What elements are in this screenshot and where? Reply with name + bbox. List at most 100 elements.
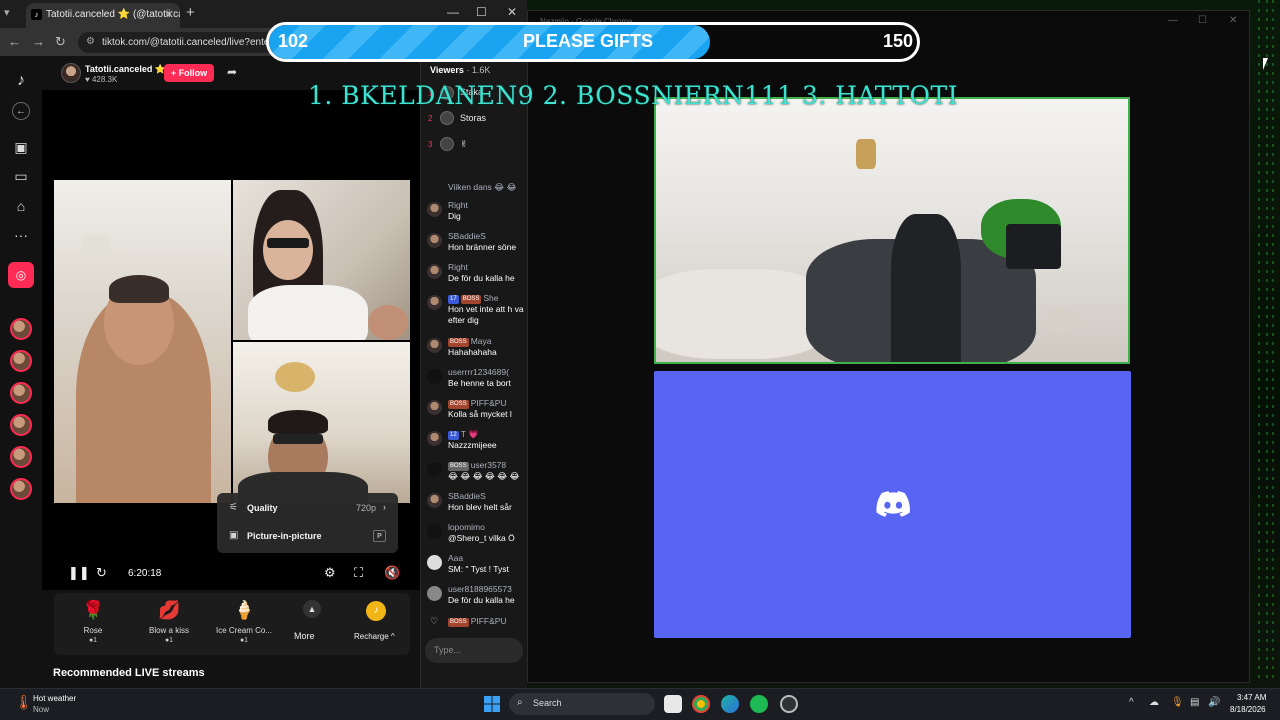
chat-username-row[interactable]: BOSS user3578 — [448, 460, 506, 471]
site-info-icon[interactable]: ⚙ — [86, 36, 95, 47]
tab-close-icon[interactable]: ✕ — [165, 8, 174, 21]
microphone-icon[interactable]: 🎙 — [1171, 697, 1184, 708]
chat-username-row[interactable]: 17 BOSS She — [448, 293, 499, 304]
chat-username[interactable]: SBaddieS — [448, 491, 486, 501]
close-button[interactable]: ✕ — [1229, 15, 1237, 26]
chat-username[interactable]: userrrr1234689( — [448, 367, 509, 377]
weather-title[interactable]: Hot weather — [33, 694, 76, 703]
coin-icon[interactable]: ♪ — [366, 601, 386, 621]
viewers-header[interactable]: Viewers · 1.6K — [430, 65, 490, 75]
tray-chevron-icon[interactable]: ^ — [1129, 697, 1134, 708]
tiktok-coin-icon[interactable]: ◎ — [8, 262, 34, 288]
close-button[interactable]: ✕ — [507, 5, 517, 19]
quality-label: Quality — [247, 503, 278, 513]
chat-avatar[interactable] — [427, 264, 442, 279]
app-icon[interactable] — [780, 695, 798, 713]
top-viewer-name[interactable]: Storas — [460, 113, 486, 123]
chat-username-row[interactable]: BOSS PIFF&PU — [448, 616, 507, 627]
matrix-column — [1258, 0, 1260, 680]
chat-avatar[interactable] — [427, 233, 442, 248]
gift-rose[interactable]: 🌹 Rose ●1 — [63, 593, 123, 655]
chat-avatar[interactable] — [427, 493, 442, 508]
file-explorer-icon[interactable] — [664, 695, 682, 713]
chat-avatar[interactable] — [427, 586, 442, 601]
chat-username-row[interactable]: BOSS Maya — [448, 336, 491, 347]
reload-icon[interactable]: ↻ — [55, 34, 66, 50]
spotify-icon[interactable] — [750, 695, 768, 713]
chat-avatar[interactable] — [427, 400, 442, 415]
weather-icon[interactable]: 🌡 — [15, 694, 33, 711]
follow-button[interactable]: + Follow — [164, 64, 214, 82]
quality-option[interactable]: ⚟ Quality 720p › — [217, 495, 398, 521]
tab-list-icon[interactable]: ▾ — [4, 6, 10, 19]
followed-live-avatar[interactable] — [10, 446, 32, 468]
home-icon[interactable]: ⌂ — [12, 197, 30, 215]
top-viewer-avatar[interactable] — [440, 111, 454, 125]
tab-tiktok-live[interactable]: ♪ Tatotii.canceled ⭐ (@tatotii.ca ✕ — [26, 3, 180, 28]
chat-username[interactable]: Right — [448, 200, 468, 210]
settings-gear-icon[interactable]: ⚙ — [324, 565, 336, 581]
taskbar-search[interactable]: ⌕ Search — [509, 693, 655, 715]
chat-username[interactable]: SBaddieS — [448, 231, 486, 241]
back-circle-icon[interactable]: ← — [12, 102, 30, 120]
url-text: tiktok.com/@tatotii.canceled/live?enter_ — [102, 37, 279, 48]
chat-username[interactable]: Right — [448, 262, 468, 272]
pause-icon[interactable]: ❚❚ — [68, 565, 90, 581]
video-camera-icon[interactable]: ▭ — [12, 167, 30, 185]
host-avatar[interactable] — [61, 63, 81, 83]
live-tv-icon[interactable]: ▣ — [12, 138, 30, 156]
chat-username-row[interactable]: 12 T 💗 — [448, 429, 479, 440]
chat-input[interactable]: Type... — [425, 638, 523, 663]
chat-avatar[interactable] — [427, 338, 442, 353]
chat-username[interactable]: Viiken dans 😂 😂 — [448, 182, 516, 193]
network-icon[interactable]: ▤ — [1190, 697, 1199, 708]
top-viewer-name[interactable]: ✌ — [460, 139, 468, 150]
mute-icon[interactable]: 🔇 — [384, 565, 400, 581]
pip-label: Picture-in-picture — [247, 531, 322, 541]
top-viewer-avatar[interactable] — [440, 137, 454, 151]
chat-username[interactable]: user8188965573 — [448, 584, 512, 594]
more-gifts-button[interactable]: More — [294, 631, 315, 641]
share-icon[interactable]: ➦ — [227, 65, 237, 79]
gift-ice-cream-cone[interactable]: 🍦 Ice Cream Co... ●1 — [214, 593, 274, 655]
fullscreen-icon[interactable]: ⛶ — [354, 565, 363, 581]
followed-live-avatar[interactable] — [10, 350, 32, 372]
recharge-button[interactable]: Recharge ^ — [354, 632, 395, 641]
gift-blow-a-kiss[interactable]: 💋 Blow a kiss ●1 — [139, 593, 199, 655]
chat-avatar[interactable] — [427, 524, 442, 539]
chat-avatar[interactable] — [427, 431, 442, 446]
volume-icon[interactable]: 🔊 — [1208, 697, 1220, 708]
windows-start-icon[interactable] — [484, 696, 500, 712]
followed-live-avatar[interactable] — [10, 318, 32, 340]
chat-avatar[interactable] — [427, 295, 442, 310]
followed-live-avatar[interactable] — [10, 382, 32, 404]
chevron-up-icon[interactable]: ▲ — [303, 600, 321, 618]
chat-avatar[interactable] — [427, 555, 442, 570]
new-tab-button[interactable]: + — [186, 4, 195, 21]
cloud-icon[interactable]: ☁ — [1149, 697, 1159, 708]
minimize-button[interactable]: — — [1168, 15, 1178, 26]
chat-avatar[interactable] — [427, 202, 442, 217]
forward-icon[interactable]: → — [32, 34, 45, 49]
followed-live-avatar[interactable] — [10, 478, 32, 500]
tiktok-logo-icon[interactable]: ♪ — [12, 72, 30, 90]
more-dots-icon[interactable]: ··· — [12, 226, 30, 244]
chrome-icon[interactable] — [692, 695, 710, 713]
edge-icon[interactable] — [721, 695, 739, 713]
host-name[interactable]: Tatotii.canceled ⭐ — [85, 64, 166, 75]
chat-username[interactable]: Aaa — [448, 553, 463, 563]
chat-username[interactable]: lopomimo — [448, 522, 485, 532]
clock-date[interactable]: 8/18/2026 — [1230, 705, 1266, 714]
chat-avatar[interactable] — [427, 462, 442, 477]
back-icon[interactable]: ← — [8, 34, 21, 49]
gift-name: Blow a kiss — [148, 626, 189, 635]
clock-time[interactable]: 3:47 AM — [1237, 693, 1266, 702]
picture-in-picture-option[interactable]: ▣ Picture-in-picture P — [217, 523, 398, 549]
followed-live-avatar[interactable] — [10, 414, 32, 436]
chat-avatar[interactable] — [427, 369, 442, 384]
chat-username-row[interactable]: BOSS PIFF&PU — [448, 398, 507, 409]
minimize-button[interactable]: — — [447, 5, 459, 19]
maximize-button[interactable]: ☐ — [476, 5, 487, 19]
maximize-button[interactable]: ☐ — [1198, 15, 1207, 26]
refresh-icon[interactable]: ↻ — [96, 565, 107, 581]
